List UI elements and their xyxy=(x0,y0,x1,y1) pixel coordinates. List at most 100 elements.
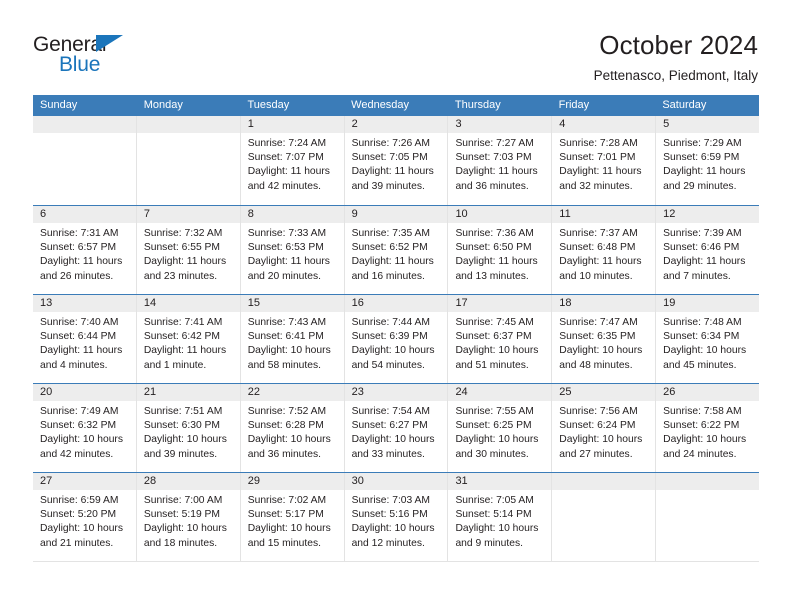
sunrise-text: Sunrise: 6:59 AM xyxy=(40,495,119,506)
daylight-text-line1: Daylight: 10 hours xyxy=(455,434,539,446)
sunrise-text: Sunrise: 7:24 AM xyxy=(247,138,327,149)
sunset-text: Sunset: 6:37 PM xyxy=(455,331,532,343)
logo-text-blue: Blue xyxy=(59,53,101,76)
sunset-text: Sunset: 6:50 PM xyxy=(455,242,532,254)
day-details: Sunrise: 7:24 AM Sunset: 7:07 PM Daylight:… xyxy=(241,133,344,194)
daylight-text-line1: Daylight: 10 hours xyxy=(559,434,643,446)
day-details: Sunrise: 7:43 AM Sunset: 6:41 PM Daylight:… xyxy=(241,312,344,373)
sunset-text: Sunset: 6:52 PM xyxy=(351,242,428,254)
day-cell[interactable]: 12 Sunrise: 7:39 AM Sunset: 6:46 PM Dayligh… xyxy=(656,206,760,294)
day-number: 24 xyxy=(448,384,552,401)
day-cell[interactable]: 10 Sunrise: 7:36 AM Sunset: 6:50 PM Dayligh… xyxy=(448,206,553,294)
day-cell[interactable]: 22 Sunrise: 7:52 AM Sunset: 6:28 PM Dayligh… xyxy=(240,384,345,472)
daylight-text-line1: Daylight: 11 hours xyxy=(40,256,123,268)
day-number: 8 xyxy=(240,206,344,223)
daylight-text-line2: and 21 minutes. xyxy=(40,537,114,549)
daylight-text-line1: Daylight: 11 hours xyxy=(247,166,330,178)
daylight-text-line1: Daylight: 10 hours xyxy=(455,345,539,357)
day-cell[interactable]: 20 Sunrise: 7:49 AM Sunset: 6:32 PM Dayligh… xyxy=(33,384,137,472)
sunrise-text: Sunrise: 7:28 AM xyxy=(559,138,638,149)
day-number: 29 xyxy=(240,473,344,490)
day-cell[interactable]: 19 Sunrise: 7:48 AM Sunset: 6:34 PM Dayligh… xyxy=(656,295,760,383)
day-cell[interactable]: 1 Sunrise: 7:24 AM Sunset: 7:07 PM Daylight… xyxy=(240,116,345,205)
day-cell[interactable]: 4 Sunrise: 7:28 AM Sunset: 7:01 PM Daylight… xyxy=(552,116,657,205)
day-number: 14 xyxy=(136,295,240,312)
day-cell[interactable]: 13 Sunrise: 7:40 AM Sunset: 6:44 PM Dayligh… xyxy=(33,295,137,383)
daylight-text-line1: Daylight: 11 hours xyxy=(351,166,434,178)
day-details: Sunrise: 7:26 AM Sunset: 7:05 PM Daylight:… xyxy=(345,133,448,194)
daylight-text-line1: Daylight: 10 hours xyxy=(351,345,435,357)
daylight-text-line1: Daylight: 10 hours xyxy=(559,345,643,357)
sunset-text: Sunset: 6:39 PM xyxy=(351,331,428,343)
sunrise-text: Sunrise: 7:27 AM xyxy=(455,138,534,149)
day-details: Sunrise: 6:59 AM Sunset: 5:20 PM Daylight:… xyxy=(33,490,136,551)
daylight-text-line1: Daylight: 10 hours xyxy=(351,523,435,535)
sunrise-text: Sunrise: 7:26 AM xyxy=(351,138,430,149)
day-details: Sunrise: 7:56 AM Sunset: 6:24 PM Daylight:… xyxy=(552,401,655,462)
sunset-text: Sunset: 7:01 PM xyxy=(559,152,636,164)
weekday-friday: Friday xyxy=(558,99,590,111)
sunset-text: Sunset: 6:22 PM xyxy=(663,420,740,432)
daylight-text-line1: Daylight: 10 hours xyxy=(143,434,227,446)
day-cell[interactable]: 26 Sunrise: 7:58 AM Sunset: 6:22 PM Dayligh… xyxy=(656,384,760,472)
week-row: 27 Sunrise: 6:59 AM Sunset: 5:20 PM Dayligh… xyxy=(33,472,760,561)
sunset-text: Sunset: 6:55 PM xyxy=(143,242,220,254)
sunset-text: Sunset: 6:30 PM xyxy=(143,420,220,432)
day-cell[interactable]: 9 Sunrise: 7:35 AM Sunset: 6:52 PM Daylight… xyxy=(344,206,449,294)
sunset-text: Sunset: 6:35 PM xyxy=(559,331,636,343)
daylight-text-line1: Daylight: 11 hours xyxy=(559,256,642,268)
sunrise-text: Sunrise: 7:05 AM xyxy=(455,495,534,506)
daylight-text-line2: and 1 minute. xyxy=(143,359,207,371)
sunrise-text: Sunrise: 7:33 AM xyxy=(247,228,327,239)
day-details: Sunrise: 7:35 AM Sunset: 6:52 PM Daylight:… xyxy=(345,223,448,284)
day-cell[interactable]: 18 Sunrise: 7:47 AM Sunset: 6:35 PM Dayligh… xyxy=(552,295,657,383)
daylight-text-line2: and 42 minutes. xyxy=(40,448,114,460)
day-number: 20 xyxy=(33,384,136,401)
calendar-grid: Sunday Monday Tuesday Wednesday Thursday… xyxy=(33,95,760,561)
daylight-text-line2: and 20 minutes. xyxy=(247,270,321,282)
daylight-text-line1: Daylight: 11 hours xyxy=(455,256,538,268)
day-cell[interactable]: 6 Sunrise: 7:31 AM Sunset: 6:57 PM Daylight… xyxy=(33,206,137,294)
sunset-text: Sunset: 7:07 PM xyxy=(247,152,324,164)
day-cell[interactable]: 17 Sunrise: 7:45 AM Sunset: 6:37 PM Dayligh… xyxy=(448,295,553,383)
day-details: Sunrise: 7:48 AM Sunset: 6:34 PM Daylight:… xyxy=(656,312,759,373)
sunrise-text: Sunrise: 7:41 AM xyxy=(143,317,223,328)
day-details: Sunrise: 7:36 AM Sunset: 6:50 PM Daylight:… xyxy=(448,223,551,284)
daylight-text-line2: and 39 minutes. xyxy=(143,448,218,460)
day-cell[interactable]: 16 Sunrise: 7:44 AM Sunset: 6:39 PM Dayligh… xyxy=(344,295,449,383)
day-details: Sunrise: 7:28 AM Sunset: 7:01 PM Daylight:… xyxy=(552,133,655,194)
sunset-text: Sunset: 5:20 PM xyxy=(40,509,117,521)
day-cell[interactable]: 15 Sunrise: 7:43 AM Sunset: 6:41 PM Dayligh… xyxy=(240,295,345,383)
day-cell[interactable]: 11 Sunrise: 7:37 AM Sunset: 6:48 PM Dayligh… xyxy=(552,206,657,294)
day-cell[interactable]: 5 Sunrise: 7:29 AM Sunset: 6:59 PM Daylight… xyxy=(656,116,760,205)
day-details: Sunrise: 7:47 AM Sunset: 6:35 PM Daylight:… xyxy=(552,312,655,373)
day-details: Sunrise: 7:00 AM Sunset: 5:19 PM Daylight:… xyxy=(137,490,240,551)
day-number: 31 xyxy=(448,473,552,490)
day-cell[interactable]: 8 Sunrise: 7:33 AM Sunset: 6:53 PM Daylight… xyxy=(240,206,345,294)
day-cell[interactable]: 14 Sunrise: 7:41 AM Sunset: 6:42 PM Dayligh… xyxy=(136,295,241,383)
day-cell[interactable]: 3 Sunrise: 7:27 AM Sunset: 7:03 PM Daylight… xyxy=(448,116,553,205)
sunrise-text: Sunrise: 7:35 AM xyxy=(351,228,430,239)
day-cell[interactable]: 7 Sunrise: 7:32 AM Sunset: 6:55 PM Daylight… xyxy=(136,206,241,294)
day-cell[interactable]: 30 Sunrise: 7:03 AM Sunset: 5:16 PM Dayligh… xyxy=(344,473,449,561)
sunrise-text: Sunrise: 7:58 AM xyxy=(663,406,742,417)
day-cell[interactable]: 2 Sunrise: 7:26 AM Sunset: 7:05 PM Daylight… xyxy=(344,116,449,205)
day-cell[interactable]: 21 Sunrise: 7:51 AM Sunset: 6:30 PM Dayligh… xyxy=(136,384,241,472)
day-cell[interactable]: 28 Sunrise: 7:00 AM Sunset: 5:19 PM Dayligh… xyxy=(136,473,241,561)
weekday-thursday: Thursday xyxy=(454,99,501,111)
day-cell[interactable]: 31 Sunrise: 7:05 AM Sunset: 5:14 PM Dayligh… xyxy=(448,473,553,561)
calendar-bottom-rule xyxy=(33,561,759,562)
day-details: Sunrise: 7:40 AM Sunset: 6:44 PM Daylight:… xyxy=(33,312,136,373)
day-details: Sunrise: 7:02 AM Sunset: 5:17 PM Daylight:… xyxy=(241,490,344,551)
sunset-text: Sunset: 5:14 PM xyxy=(455,509,532,521)
day-number: 23 xyxy=(344,384,448,401)
week-row: 1 Sunrise: 7:24 AM Sunset: 7:07 PM Daylight… xyxy=(33,116,760,205)
day-cell[interactable]: 25 Sunrise: 7:56 AM Sunset: 6:24 PM Dayligh… xyxy=(552,384,657,472)
sunrise-text: Sunrise: 7:54 AM xyxy=(351,406,430,417)
day-cell[interactable]: 23 Sunrise: 7:54 AM Sunset: 6:27 PM Dayligh… xyxy=(344,384,449,472)
day-details: Sunrise: 7:27 AM Sunset: 7:03 PM Daylight:… xyxy=(448,133,551,194)
day-cell[interactable]: 24 Sunrise: 7:55 AM Sunset: 6:25 PM Dayligh… xyxy=(448,384,553,472)
day-details: Sunrise: 7:55 AM Sunset: 6:25 PM Daylight:… xyxy=(448,401,551,462)
day-cell[interactable]: 29 Sunrise: 7:02 AM Sunset: 5:17 PM Dayligh… xyxy=(240,473,345,561)
day-cell[interactable]: 27 Sunrise: 6:59 AM Sunset: 5:20 PM Dayligh… xyxy=(33,473,137,561)
